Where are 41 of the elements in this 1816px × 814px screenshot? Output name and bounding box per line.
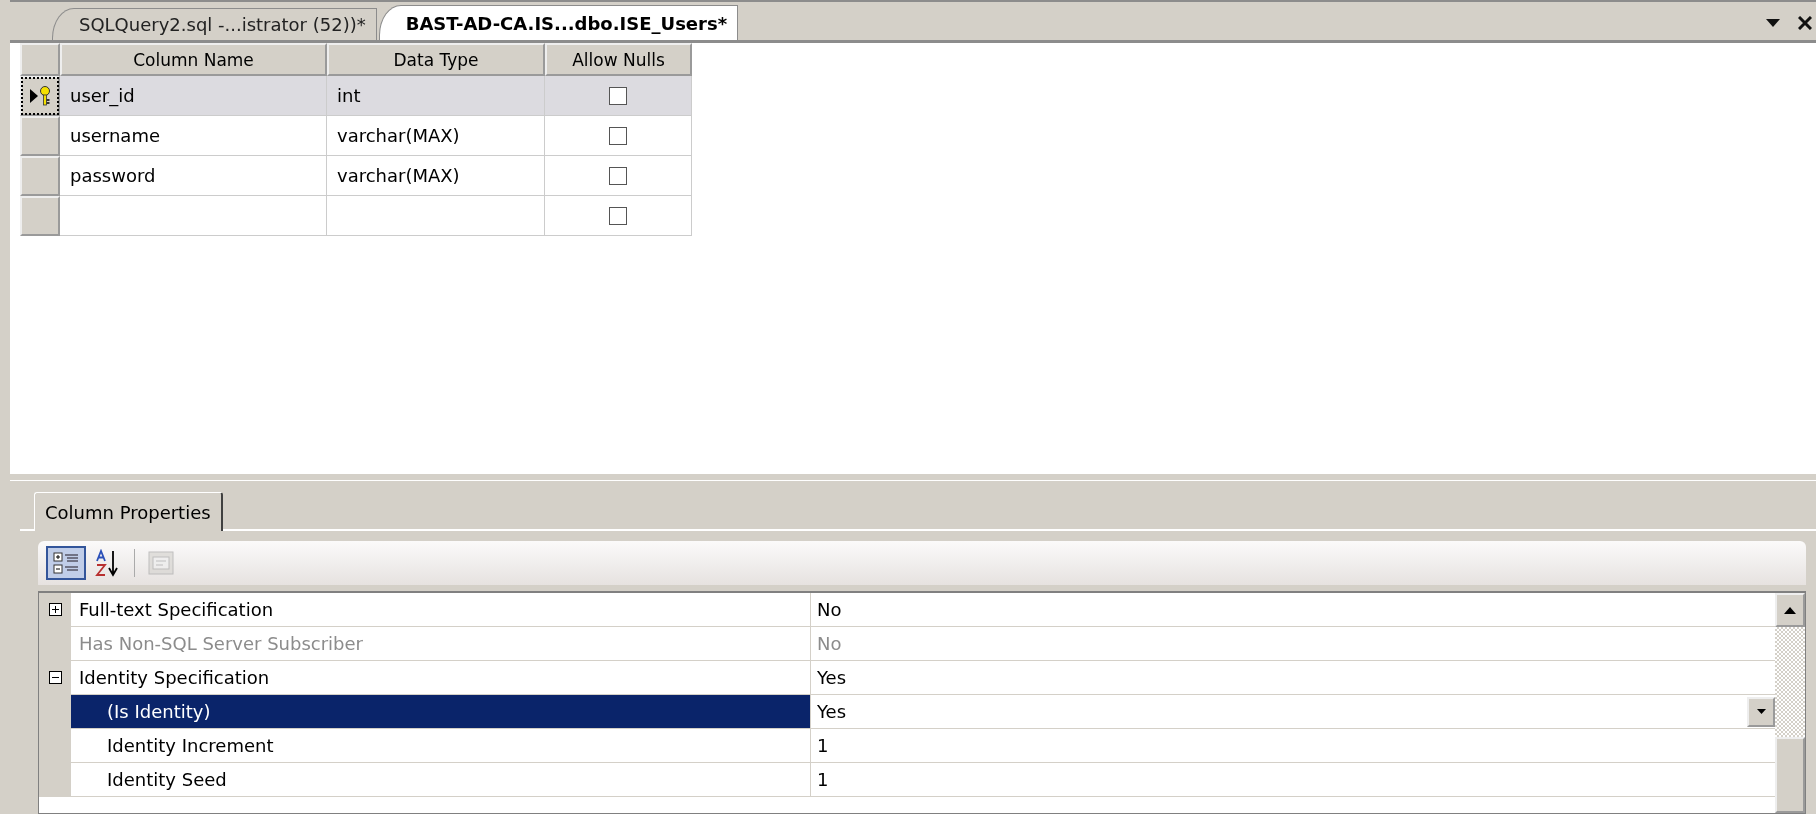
data-type-cell[interactable]: varchar(MAX) bbox=[327, 156, 545, 196]
property-name[interactable]: (Is Identity) bbox=[71, 695, 811, 729]
dropdown-button[interactable] bbox=[1747, 696, 1775, 727]
caret-icon bbox=[1756, 709, 1766, 714]
column-header[interactable]: Allow Nulls bbox=[545, 43, 692, 76]
data-type-cell[interactable] bbox=[327, 196, 545, 236]
property-value[interactable]: No bbox=[817, 599, 842, 620]
column-header[interactable]: Column Name bbox=[60, 43, 327, 76]
up-arrow-icon bbox=[1784, 606, 1796, 614]
data-type-cell[interactable]: varchar(MAX) bbox=[327, 116, 545, 156]
dropdown-icon[interactable] bbox=[1766, 19, 1780, 27]
property-name[interactable]: Full-text Specification bbox=[71, 593, 811, 627]
column-name-cell[interactable]: username bbox=[60, 116, 327, 156]
property-name[interactable]: Identity Seed bbox=[71, 763, 811, 797]
scrollbar[interactable] bbox=[1775, 593, 1805, 813]
allow-nulls-checkbox[interactable] bbox=[609, 126, 627, 145]
property-value[interactable]: 1 bbox=[817, 735, 829, 756]
close-icon[interactable] bbox=[1798, 16, 1812, 30]
column-name-cell[interactable]: password bbox=[60, 156, 327, 196]
property-value[interactable]: Yes bbox=[817, 667, 847, 688]
property-value[interactable]: Yes bbox=[817, 701, 847, 722]
property-name[interactable]: Identity Increment bbox=[71, 729, 811, 763]
key-icon bbox=[38, 86, 51, 106]
document-tab[interactable]: BAST-AD-CA.IS...dbo.ISE_Users* bbox=[378, 5, 739, 40]
expand-icon[interactable] bbox=[48, 603, 62, 616]
allow-nulls-checkbox[interactable] bbox=[609, 86, 627, 105]
column-properties-tab[interactable]: Column Properties bbox=[34, 492, 223, 531]
current-row-arrow-icon bbox=[29, 89, 38, 103]
column-header[interactable]: Data Type bbox=[327, 43, 545, 76]
collapse-icon[interactable] bbox=[48, 671, 62, 684]
column-name-cell[interactable] bbox=[60, 196, 327, 236]
property-margin bbox=[39, 763, 71, 797]
data-type-cell[interactable]: int bbox=[327, 76, 545, 116]
header-corner bbox=[20, 43, 60, 76]
row-header[interactable] bbox=[20, 76, 60, 116]
property-value[interactable]: 1 bbox=[817, 769, 829, 790]
allow-nulls-checkbox[interactable] bbox=[609, 166, 627, 185]
column-name-cell[interactable]: user_id bbox=[60, 76, 327, 116]
categorized-button[interactable] bbox=[46, 546, 86, 580]
document-tab[interactable]: SQLQuery2.sql -...istrator (52))* bbox=[52, 8, 377, 40]
allow-nulls-checkbox[interactable] bbox=[609, 206, 627, 225]
